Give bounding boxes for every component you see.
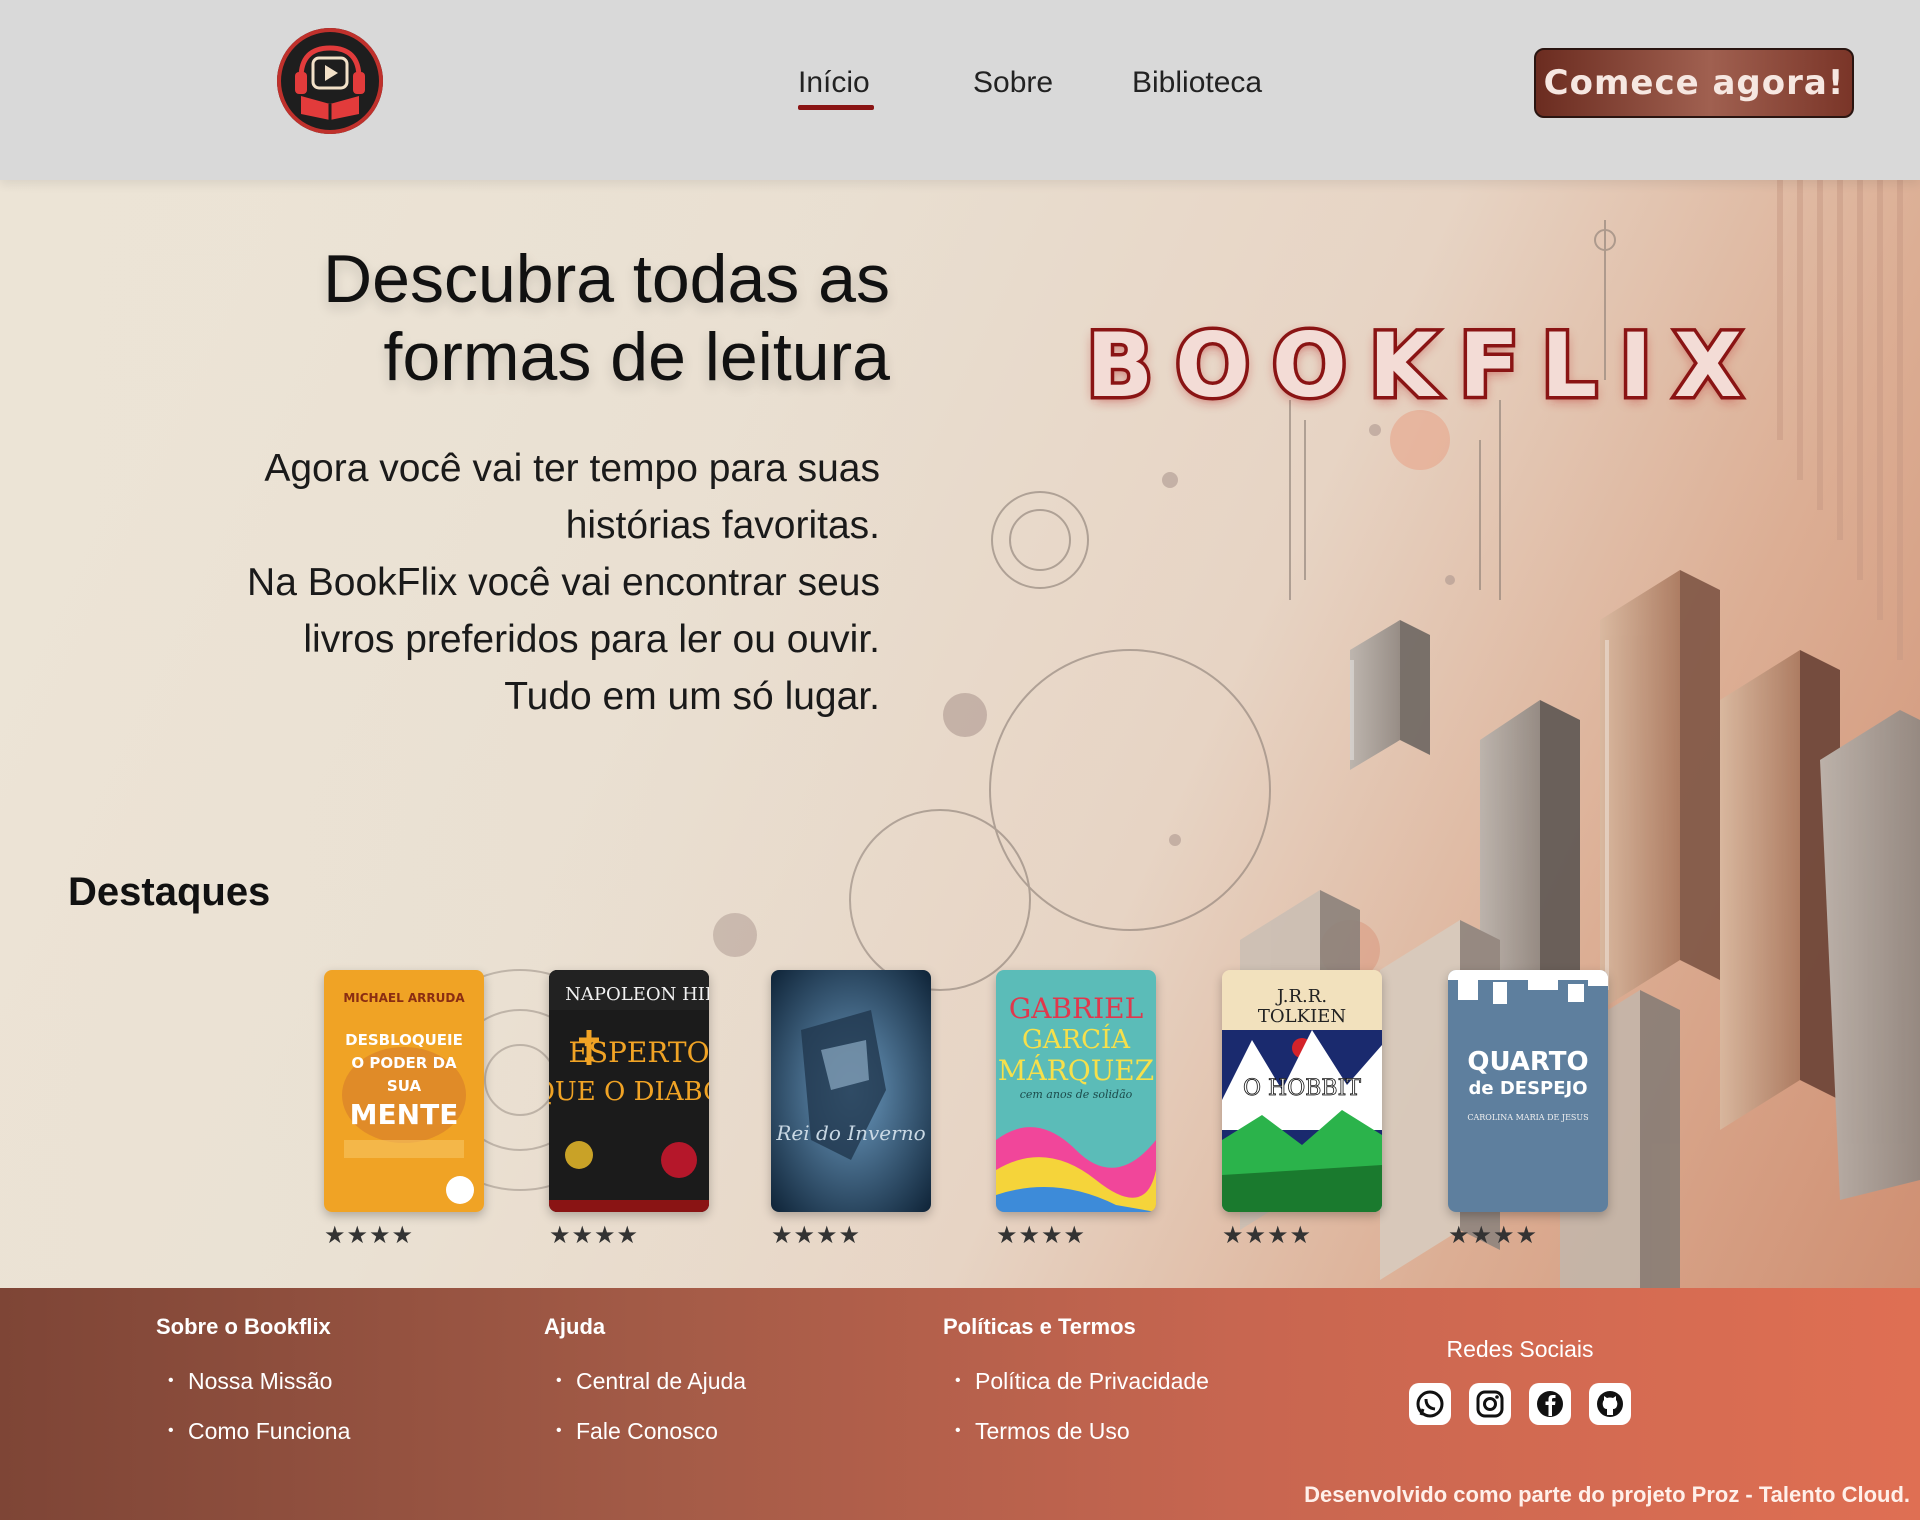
svg-text:MÁRQUEZ: MÁRQUEZ: [998, 1054, 1154, 1087]
footer-policies-title: Políticas e Termos: [943, 1314, 1136, 1339]
book-rating: ★★★★: [1448, 1221, 1539, 1249]
book-author: NAPOLEON HILL: [565, 984, 709, 1005]
highlights-carousel: MICHAEL ARRUDA DESBLOQUEIE O PODER DA SU…: [0, 970, 1920, 1248]
footer-about: Sobre o Bookflix Nossa Missão Como Funci…: [156, 1314, 350, 1456]
svg-text:QUE O DIABO: QUE O DIABO: [549, 1077, 709, 1107]
bookflix-wordmark: BOOKFLIX BOOKFLIX: [1055, 308, 1795, 428]
instagram-icon[interactable]: [1469, 1383, 1511, 1425]
book-cover[interactable]: NAPOLEON HILL ESPERTO QUE O DIABO: [549, 970, 709, 1212]
get-started-button[interactable]: Comece agora!: [1534, 48, 1854, 118]
svg-text:de DESPEJO: de DESPEJO: [1468, 1078, 1587, 1099]
nav-library[interactable]: Biblioteca: [1132, 66, 1262, 100]
site-header: Início Sobre Biblioteca Comece agora!: [0, 0, 1920, 180]
highlights-title: Destaques: [68, 870, 271, 914]
footer-credit: Desenvolvido como parte do projeto Proz …: [1304, 1482, 1910, 1507]
footer-link-help-center[interactable]: Central de Ajuda: [556, 1356, 746, 1406]
book-cover[interactable]: MICHAEL ARRUDA DESBLOQUEIE O PODER DA SU…: [324, 970, 484, 1212]
footer-link-contact[interactable]: Fale Conosco: [556, 1406, 746, 1456]
hero-text-line: livros preferidos para ler ou ouvir.: [303, 618, 880, 661]
whatsapp-icon[interactable]: [1409, 1383, 1451, 1425]
hero-title: Descubra todas as formas de leitura: [160, 240, 890, 396]
brand-text: BOOKFLIX: [1086, 314, 1764, 417]
hero-text-line: histórias favoritas.: [565, 504, 880, 547]
book-cover[interactable]: GABRIEL GARCÍA MÁRQUEZ cem anos de solid…: [996, 970, 1156, 1212]
book-card[interactable]: QUARTO de DESPEJO CAROLINA MARIA DE JESU…: [1448, 970, 1608, 1248]
svg-text:GARCÍA: GARCÍA: [1022, 1023, 1131, 1055]
book-card[interactable]: J.R.R. TOLKIEN O HOBBIT ★★★★: [1222, 970, 1382, 1248]
footer-help: Ajuda Central de Ajuda Fale Conosco: [544, 1314, 746, 1456]
footer-social: Redes Sociais: [1400, 1336, 1640, 1425]
svg-text:J.R.R.: J.R.R.: [1275, 986, 1327, 1007]
svg-text:GABRIEL: GABRIEL: [1009, 992, 1143, 1025]
book-rating: ★★★★: [549, 1221, 640, 1249]
hero-description: Agora você vai ter tempo para suas histó…: [100, 440, 880, 725]
svg-text:DESBLOQUEIE: DESBLOQUEIE: [345, 1031, 463, 1049]
book-title: cem anos de solidão: [1020, 1088, 1133, 1101]
book-card[interactable]: MICHAEL ARRUDA DESBLOQUEIE O PODER DA SU…: [324, 970, 484, 1248]
hero-text-line: Tudo em um só lugar.: [504, 675, 880, 718]
book-card[interactable]: NAPOLEON HILL ESPERTO QUE O DIABO ★★★★: [549, 970, 709, 1248]
footer-link-terms[interactable]: Termos de Uso: [955, 1406, 1209, 1456]
social-title: Redes Sociais: [1446, 1336, 1594, 1362]
nav-home[interactable]: Início: [798, 66, 874, 110]
svg-text:O PODER DA: O PODER DA: [351, 1054, 457, 1072]
svg-text:SUA: SUA: [387, 1077, 422, 1095]
footer-link-privacy[interactable]: Política de Privacidade: [955, 1356, 1209, 1406]
book-author: CAROLINA MARIA DE JESUS: [1467, 1113, 1588, 1122]
book-cover[interactable]: J.R.R. TOLKIEN O HOBBIT: [1222, 970, 1382, 1212]
book-card[interactable]: Rei do Inverno ★★★★: [771, 970, 931, 1248]
book-rating: ★★★★: [1222, 1221, 1313, 1249]
book-author: MICHAEL ARRUDA: [343, 991, 465, 1005]
svg-text:MENTE: MENTE: [350, 1098, 459, 1131]
book-cover[interactable]: QUARTO de DESPEJO CAROLINA MARIA DE JESU…: [1448, 970, 1608, 1212]
footer-help-title: Ajuda: [544, 1314, 606, 1339]
hero-title-line-1: Descubra todas as: [323, 241, 890, 317]
book-title: O HOBBIT: [1243, 1076, 1361, 1101]
book-rating: ★★★★: [996, 1221, 1087, 1249]
book-rating: ★★★★: [771, 1221, 862, 1249]
hero-text-line: Agora você vai ter tempo para suas: [264, 447, 880, 490]
nav-about[interactable]: Sobre: [973, 66, 1053, 100]
facebook-icon[interactable]: [1529, 1383, 1571, 1425]
hero-section: Descubra todas as formas de leitura Agor…: [0, 180, 1920, 1288]
footer-about-title: Sobre o Bookflix: [156, 1314, 331, 1339]
book-cover[interactable]: Rei do Inverno: [771, 970, 931, 1212]
book-title: Rei do Inverno: [775, 1121, 925, 1145]
svg-text:TOLKIEN: TOLKIEN: [1258, 1006, 1346, 1027]
hero-text-line: Na BookFlix você vai encontrar seus: [247, 561, 880, 604]
book-rating: ★★★★: [324, 1221, 415, 1249]
footer-link-mission[interactable]: Nossa Missão: [168, 1356, 350, 1406]
footer-link-how-it-works[interactable]: Como Funciona: [168, 1406, 350, 1456]
site-footer: Sobre o Bookflix Nossa Missão Como Funci…: [0, 1288, 1920, 1520]
hero-title-line-2: formas de leitura: [383, 319, 890, 395]
svg-text:QUARTO: QUARTO: [1467, 1047, 1588, 1077]
book-card[interactable]: GABRIEL GARCÍA MÁRQUEZ cem anos de solid…: [996, 970, 1156, 1248]
github-icon[interactable]: [1589, 1383, 1631, 1425]
footer-policies: Políticas e Termos Política de Privacida…: [943, 1314, 1209, 1456]
